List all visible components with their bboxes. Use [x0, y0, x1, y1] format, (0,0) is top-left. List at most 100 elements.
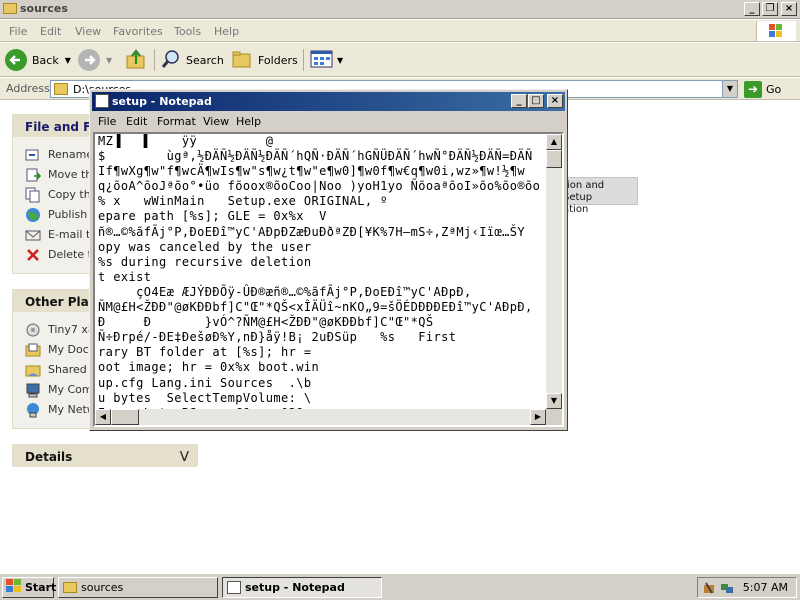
tooltip-line: tion and Setup: [563, 180, 605, 203]
folders-icon: [231, 48, 253, 73]
up-folder-icon: [125, 48, 147, 73]
clock: 5:07 AM: [742, 581, 788, 594]
search-icon: [160, 48, 182, 73]
notepad-icon: [95, 94, 109, 108]
folder-icon: [3, 3, 17, 14]
vertical-scrollbar[interactable]: ▲ ▼: [546, 134, 562, 409]
toolbar-separator: [303, 49, 304, 71]
maximize-button[interactable]: ❐: [762, 2, 778, 16]
folders-button[interactable]: Folders: [231, 48, 298, 72]
notepad-content: MZ▐ ▌ ÿÿ @ $ ùgª,½ÐÄÑ½ÐÄÑ½ÐÄÑ´hQÑ·ÐÄÑ´hG…: [98, 134, 541, 409]
system-tray: 5:07 AM: [697, 577, 797, 598]
menu-tools[interactable]: Tools: [174, 25, 201, 38]
rename-icon: [25, 147, 41, 163]
menu-view[interactable]: View: [75, 25, 101, 38]
windows-logo: [756, 21, 796, 41]
notepad-menubar: File Edit Format View Help: [92, 112, 565, 131]
task-label: Publish t: [48, 208, 96, 221]
back-button[interactable]: Back ▼: [5, 48, 71, 72]
go-label: Go: [766, 82, 782, 96]
email-icon: [25, 227, 41, 243]
views-dropdown-icon: ▼: [337, 55, 344, 65]
notepad-text-area[interactable]: MZ▐ ▌ ÿÿ @ $ ùgª,½ÐÄÑ½ÐÄÑ½ÐÄÑ´hQÑ·ÐÄÑ´hG…: [93, 132, 564, 427]
back-label: Back: [32, 53, 59, 67]
back-arrow-icon: [5, 49, 27, 71]
task-label: setup - Notepad: [245, 581, 345, 594]
taskbar-item-notepad[interactable]: setup - Notepad: [222, 577, 382, 598]
shared-folder-icon: [25, 362, 41, 378]
computer-icon: [25, 382, 41, 398]
standard-toolbar: Back ▼ ▼ Search Folders ▼: [0, 43, 800, 77]
notepad-menu-file[interactable]: File: [98, 115, 116, 128]
tray-network-icon[interactable]: [720, 581, 734, 595]
move-icon: [25, 167, 42, 183]
scroll-up-button[interactable]: ▲: [546, 134, 562, 150]
task-label: sources: [81, 581, 124, 594]
drive-icon: [25, 322, 41, 338]
notepad-title: setup - Notepad: [112, 95, 212, 108]
task-label: Rename: [48, 148, 94, 161]
delete-icon: [25, 247, 41, 263]
start-label: Start: [25, 581, 57, 594]
forward-arrow-icon: [78, 49, 100, 71]
place-label: Tiny7 x8: [48, 323, 95, 336]
notepad-window: setup - Notepad _ □ × File Edit Format V…: [89, 89, 568, 431]
minimize-button[interactable]: _: [744, 2, 760, 16]
scroll-h-thumb[interactable]: [111, 409, 139, 425]
chevron-down-icon[interactable]: ⋁: [180, 449, 189, 462]
toolbar-separator: [154, 49, 155, 71]
search-button[interactable]: Search: [160, 48, 224, 72]
window-title: sources: [20, 2, 68, 15]
back-dropdown-icon[interactable]: ▼: [65, 56, 71, 65]
taskbar-item-sources[interactable]: sources: [58, 577, 218, 598]
address-dropdown-icon[interactable]: ▼: [722, 81, 737, 97]
details-label: Details: [25, 450, 73, 464]
details-panel: Details ⋁: [12, 444, 198, 467]
details-title[interactable]: Details ⋁: [13, 445, 197, 467]
menu-edit[interactable]: Edit: [40, 25, 61, 38]
scroll-left-button[interactable]: ◀: [95, 409, 111, 425]
menu-file[interactable]: File: [9, 25, 27, 38]
notepad-minimize-button[interactable]: _: [511, 94, 527, 108]
menu-help[interactable]: Help: [214, 25, 239, 38]
task-label: Copy thi: [48, 188, 94, 201]
folder-icon: [63, 582, 77, 593]
address-label: Address: [6, 82, 50, 95]
notepad-close-button[interactable]: ×: [547, 94, 563, 108]
notepad-menu-format[interactable]: Format: [157, 115, 196, 128]
go-button[interactable]: ➜ Go: [744, 80, 794, 98]
forward-button[interactable]: ▼: [78, 48, 112, 72]
menubar: File Edit View Favorites Tools Help: [0, 20, 800, 42]
start-button[interactable]: Start: [2, 577, 57, 598]
file-info-tooltip: tion and Setup ation: [558, 177, 638, 215]
forward-dropdown-icon[interactable]: ▼: [106, 56, 112, 65]
folder-icon: [54, 83, 68, 95]
windows-flag-icon: [6, 579, 22, 596]
notepad-menu-help[interactable]: Help: [236, 115, 261, 128]
scroll-down-button[interactable]: ▼: [546, 393, 562, 409]
search-label: Search: [186, 53, 224, 67]
menu-favorites[interactable]: Favorites: [113, 25, 163, 38]
windows-flag-icon: [769, 24, 783, 38]
notepad-maximize-button[interactable]: □: [528, 94, 544, 108]
tray-tools-icon[interactable]: [702, 581, 716, 595]
horizontal-scrollbar[interactable]: ◀ ▶: [95, 409, 546, 425]
scroll-right-button[interactable]: ▶: [530, 409, 546, 425]
folders-label: Folders: [258, 53, 298, 67]
views-icon: [310, 48, 334, 73]
globe-icon: [25, 207, 41, 223]
copy-icon: [25, 187, 41, 203]
notepad-menu-view[interactable]: View: [203, 115, 229, 128]
scroll-thumb[interactable]: [546, 150, 562, 168]
up-folder-button[interactable]: [125, 48, 147, 72]
network-icon: [25, 402, 41, 418]
close-button[interactable]: ×: [781, 2, 797, 16]
notepad-titlebar[interactable]: setup - Notepad _ □ ×: [92, 92, 565, 111]
taskbar: Start sources setup - Notepad 5:07 AM: [0, 573, 800, 600]
views-button[interactable]: ▼: [310, 48, 343, 72]
resize-grip[interactable]: [546, 409, 562, 425]
notepad-icon: [227, 581, 241, 594]
explorer-titlebar[interactable]: sources _ ❐ ×: [0, 0, 800, 19]
notepad-menu-edit[interactable]: Edit: [126, 115, 147, 128]
tooltip-line: ation: [563, 204, 589, 215]
